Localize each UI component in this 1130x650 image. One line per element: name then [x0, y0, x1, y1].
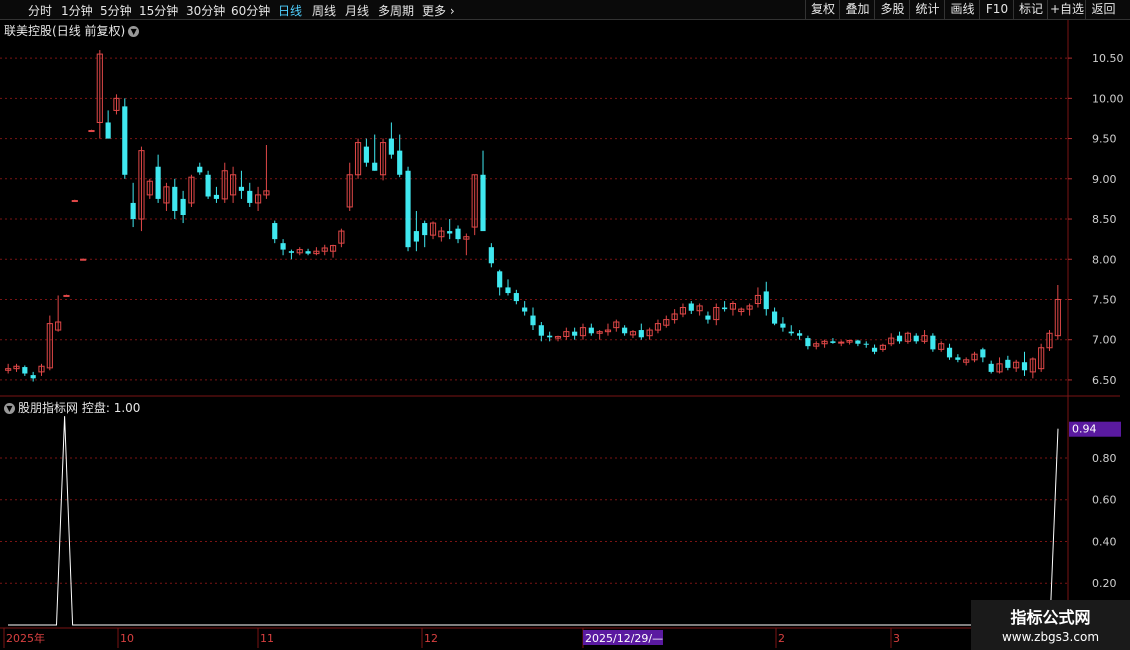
candle-down	[513, 293, 519, 302]
candle-down	[805, 338, 811, 347]
candle-down	[705, 315, 711, 320]
candle-down	[772, 311, 778, 324]
current-value-tag-label: 0.94	[1072, 423, 1097, 436]
side-panel-edge	[1120, 20, 1130, 400]
candle-down	[638, 330, 644, 338]
watermark-title: 指标公式网	[1010, 608, 1091, 627]
candle-down	[413, 231, 419, 242]
indicator-tick-label: 0.40	[1092, 535, 1117, 548]
time-tick-label: 10	[120, 632, 134, 645]
price-tick-label: 8.00	[1092, 253, 1117, 266]
candle-down	[213, 194, 220, 199]
candle-down	[538, 325, 544, 336]
candle-up	[838, 341, 845, 344]
candle-down	[980, 349, 986, 358]
candle-down	[105, 122, 111, 139]
price-tick-label: 7.50	[1092, 293, 1117, 306]
candle-down	[946, 347, 953, 358]
candle-up	[80, 258, 87, 261]
candle-down	[871, 347, 878, 352]
candle-down	[455, 228, 461, 240]
candle-down	[763, 291, 769, 310]
indicator-tick-label: 0.60	[1092, 494, 1117, 507]
candle-down	[588, 327, 594, 334]
candle-down	[622, 327, 628, 334]
price-tick-label: 9.50	[1092, 133, 1117, 146]
candle-up	[88, 130, 95, 133]
candle-down	[522, 307, 528, 312]
candle-down	[122, 106, 128, 175]
candle-down	[30, 375, 36, 379]
candle-down	[930, 335, 936, 350]
candle-down	[272, 223, 278, 240]
candle-down	[505, 287, 511, 294]
candle-down	[238, 186, 245, 191]
candle-down	[447, 231, 453, 234]
candle-down	[830, 341, 836, 343]
price-tick-label: 10.00	[1092, 92, 1124, 105]
candle-down	[572, 331, 578, 336]
price-tick-label: 8.50	[1092, 213, 1117, 226]
candle-down	[480, 174, 486, 232]
time-tick-label: 3	[893, 632, 900, 645]
candle-down	[172, 186, 178, 211]
candle-down	[722, 307, 728, 310]
candle-down	[488, 247, 494, 264]
candle-down	[388, 138, 394, 155]
candle-down	[1005, 359, 1011, 368]
candle-down	[397, 150, 403, 175]
indicator-tick-label: 0.80	[1092, 452, 1117, 465]
time-tick-label: 2025年	[6, 631, 45, 645]
candle-down	[247, 190, 253, 203]
price-tick-label: 9.00	[1092, 173, 1117, 186]
candle-down	[788, 331, 794, 334]
kline-chart[interactable]: 10.50 10.00 9.50 9.00 8.50 8.00 7.50 7.00 6.50 0.…	[0, 0, 1130, 650]
candle-down	[422, 223, 428, 236]
candle-down	[863, 343, 869, 345]
price-tick-label: 10.50	[1092, 52, 1124, 65]
time-tick-label: 2	[778, 632, 785, 645]
indicator-line	[8, 416, 1059, 626]
watermark: 指标公式网 www.zbgs3.com	[971, 600, 1130, 650]
candle-down	[955, 357, 961, 360]
candle-down	[280, 243, 286, 250]
watermark-url: www.zbgs3.com	[1001, 630, 1100, 644]
candle-down	[22, 367, 28, 374]
candle-down	[205, 174, 211, 197]
candle-down	[155, 166, 161, 199]
candle-down	[855, 340, 861, 344]
candle-down	[372, 162, 378, 171]
candle-down	[130, 202, 136, 220]
time-tick-label: 11	[260, 632, 274, 645]
candle-down	[305, 251, 311, 254]
candle-down	[288, 251, 294, 253]
candle-up	[71, 200, 78, 203]
candle-down	[530, 315, 536, 326]
price-tick-label: 7.00	[1092, 334, 1117, 347]
candle-down	[896, 335, 903, 342]
candle-down	[688, 303, 694, 311]
candle-down	[497, 271, 503, 288]
price-tick-label: 6.50	[1092, 374, 1117, 387]
candle-down	[988, 363, 994, 372]
candle-down	[405, 170, 411, 248]
candle-down	[197, 166, 203, 173]
indicator-tick-label: 0.20	[1092, 577, 1117, 590]
time-tick-label: 2025/12/29/—	[585, 632, 663, 645]
candle-down	[1021, 362, 1028, 371]
candle-down	[797, 333, 803, 336]
time-tick-label: 12	[424, 632, 438, 645]
candle-down	[363, 146, 369, 163]
candle-down	[180, 198, 186, 215]
candle-down	[780, 323, 786, 328]
candle-down	[913, 335, 919, 342]
candle-down	[547, 335, 553, 338]
candle-up	[63, 294, 70, 297]
